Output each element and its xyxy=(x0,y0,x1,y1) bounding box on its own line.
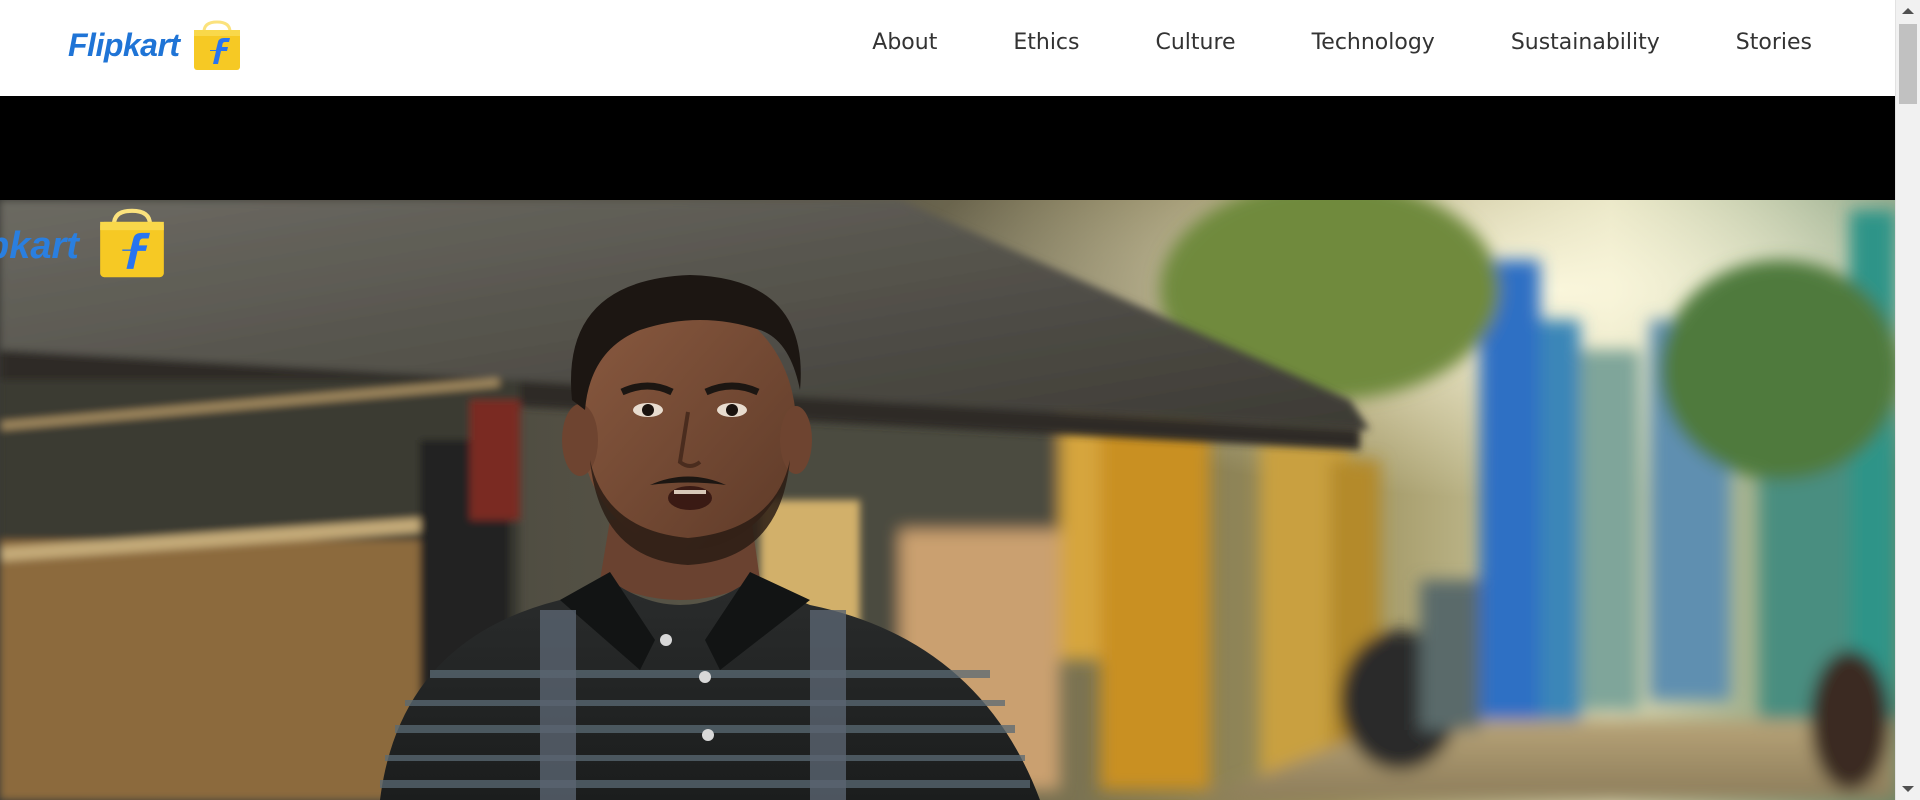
nav-item-ethics[interactable]: Ethics xyxy=(1013,30,1079,55)
video-overlay-logo: pkart xyxy=(0,208,167,285)
nav-item-sustainability[interactable]: Sustainability xyxy=(1511,30,1660,55)
nav-item-technology[interactable]: Technology xyxy=(1312,30,1435,55)
flipkart-bag-icon xyxy=(192,20,242,70)
nav-item-culture[interactable]: Culture xyxy=(1155,30,1235,55)
hero-video[interactable]: pkart xyxy=(0,96,1896,800)
page-scrollbar[interactable] xyxy=(1895,0,1920,800)
overlay-logo-text: pkart xyxy=(0,225,79,267)
flipkart-bag-icon xyxy=(97,208,167,285)
flipkart-logo-link[interactable]: Flipkart xyxy=(68,18,242,72)
scroll-down-arrow-icon[interactable] xyxy=(1902,786,1914,792)
nav-item-about[interactable]: About xyxy=(872,30,937,55)
scroll-up-arrow-icon[interactable] xyxy=(1902,8,1914,14)
nav-item-stories[interactable]: Stories xyxy=(1736,30,1812,55)
site-header: Flipkart About Ethics Culture Technology… xyxy=(0,0,1896,96)
scroll-thumb[interactable] xyxy=(1899,24,1917,104)
main-nav: About Ethics Culture Technology Sustaina… xyxy=(872,30,1812,55)
village-street-scene xyxy=(0,200,1896,800)
video-frame: pkart xyxy=(0,200,1896,800)
logo-text: Flipkart xyxy=(68,26,180,63)
